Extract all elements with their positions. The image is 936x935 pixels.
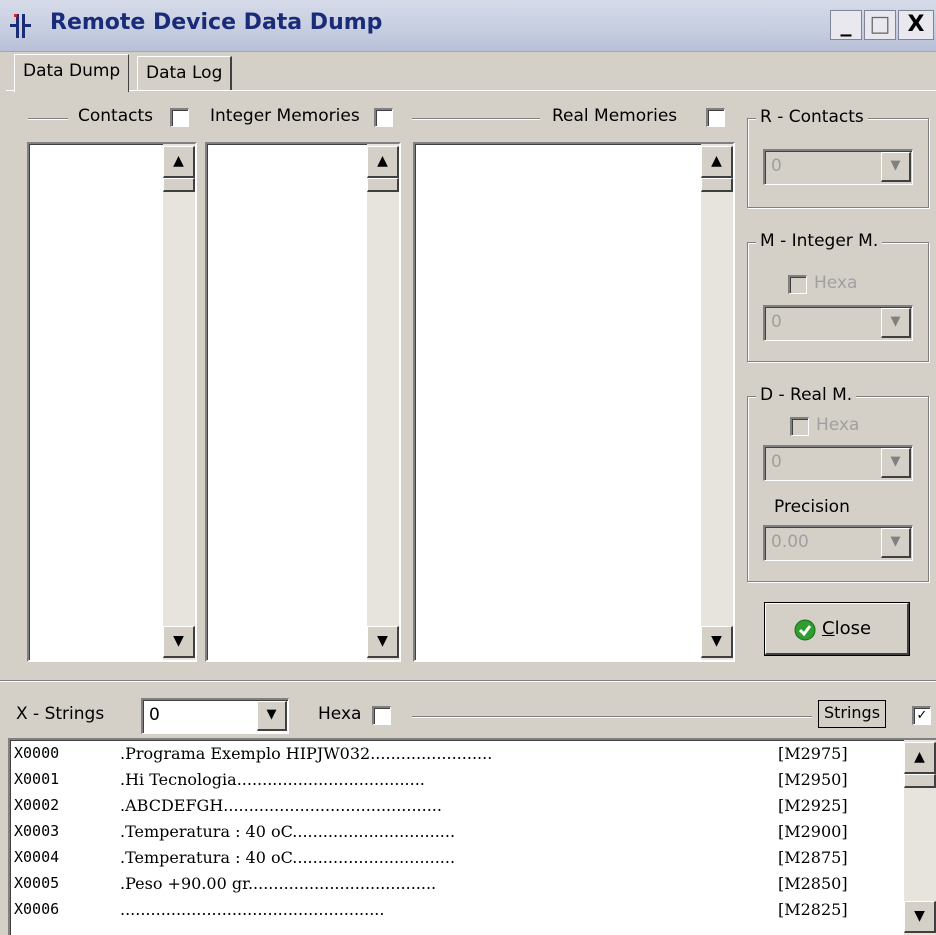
string-memory: [M2850] <box>778 874 848 893</box>
tab-strip: Data Dump Data Log <box>0 52 936 92</box>
d-real-group: D - Real M. Hexa 0 ▼ Precision 0.00 ▼ <box>747 385 929 582</box>
app-window: Remote Device Data Dump _ □ X Data Dump … <box>0 0 936 935</box>
contacts-checkbox[interactable] <box>170 108 189 127</box>
strings-button[interactable]: Strings <box>818 700 886 728</box>
scroll-down-icon[interactable]: ▼ <box>367 626 399 658</box>
m-integer-hexa-checkbox[interactable] <box>788 275 807 294</box>
string-memory: [M2875] <box>778 848 848 867</box>
close-button-rest: lose <box>834 618 872 639</box>
strings-checkbox[interactable]: ✓ <box>912 706 931 725</box>
scroll-up-icon[interactable]: ▲ <box>701 146 733 178</box>
string-memory: [M2925] <box>778 796 848 815</box>
m-integer-combo[interactable]: 0 ▼ <box>763 305 913 341</box>
string-text: .ABCDEFGH...............................… <box>120 796 442 815</box>
contacts-label: Contacts <box>78 106 153 126</box>
chevron-down-icon[interactable]: ▼ <box>881 152 911 182</box>
minimize-button[interactable]: _ <box>830 10 862 40</box>
m-integer-group: M - Integer M. Hexa 0 ▼ <box>747 231 929 362</box>
maximize-button[interactable]: □ <box>864 10 896 40</box>
contacts-scrollbar[interactable]: ▲ ▼ <box>163 144 195 660</box>
close-button-mnemonic: C <box>822 618 835 639</box>
integer-memories-list[interactable]: ▲ ▼ <box>205 142 401 662</box>
close-window-button[interactable]: X <box>898 10 934 40</box>
window-title: Remote Device Data Dump <box>50 10 383 35</box>
r-contacts-combo[interactable]: 0 ▼ <box>763 149 913 185</box>
strings-hexa-label: Hexa <box>318 704 362 724</box>
r-contacts-title: R - Contacts <box>756 107 868 127</box>
strings-scrollbar[interactable]: ▲ ▼ <box>904 740 936 935</box>
real-memories-label: Real Memories <box>552 106 678 126</box>
title-bar[interactable]: Remote Device Data Dump _ □ X <box>0 0 936 52</box>
scroll-down-icon[interactable]: ▼ <box>701 626 733 658</box>
d-real-hexa-checkbox[interactable] <box>790 417 809 436</box>
m-integer-title: M - Integer M. <box>756 231 883 251</box>
precision-value: 0.00 <box>771 532 809 552</box>
scroll-down-icon[interactable]: ▼ <box>163 626 195 658</box>
string-memory: [M2900] <box>778 822 848 841</box>
string-memory: [M2950] <box>778 770 848 789</box>
divider <box>0 680 936 682</box>
x-strings-value: 0 <box>149 705 160 725</box>
string-memory: [M2975] <box>778 744 848 763</box>
chevron-down-icon[interactable]: ▼ <box>881 448 911 478</box>
close-button-label: Close <box>822 618 871 639</box>
app-icon <box>10 14 31 38</box>
string-address: X0004 <box>14 848 60 866</box>
precision-combo[interactable]: 0.00 ▼ <box>763 525 913 561</box>
tab-data-dump[interactable]: Data Dump <box>14 54 130 92</box>
d-real-hexa-label: Hexa <box>816 415 860 435</box>
integer-memories-scrollbar[interactable]: ▲ ▼ <box>367 144 399 660</box>
chevron-down-icon[interactable]: ▼ <box>257 701 287 731</box>
x-strings-label: X - Strings <box>16 704 105 724</box>
scroll-down-icon[interactable]: ▼ <box>904 901 936 933</box>
scroll-thumb[interactable] <box>367 178 399 192</box>
string-address: X0001 <box>14 770 60 788</box>
string-text: .Peso +90.00 gr.........................… <box>120 874 437 893</box>
r-contacts-group: R - Contacts 0 ▼ <box>747 107 929 208</box>
string-text: .Hi Tecnologia..........................… <box>120 770 425 789</box>
d-real-combo[interactable]: 0 ▼ <box>763 445 913 481</box>
string-memory: [M2825] <box>778 900 848 919</box>
string-address: X0000 <box>14 744 60 762</box>
string-text: .Temperatura : 40 oC....................… <box>120 848 456 867</box>
real-memories-list[interactable]: ▲ ▼ <box>413 142 735 662</box>
string-text: .Temperatura : 40 oC....................… <box>120 822 456 841</box>
d-real-title: D - Real M. <box>756 385 857 405</box>
strings-hexa-checkbox[interactable] <box>372 706 391 725</box>
real-memories-checkbox[interactable] <box>706 108 725 127</box>
m-integer-hexa-label: Hexa <box>814 273 858 293</box>
scroll-up-icon[interactable]: ▲ <box>163 146 195 178</box>
string-address: X0006 <box>14 900 60 918</box>
precision-label: Precision <box>774 497 850 517</box>
green-check-icon <box>794 619 816 641</box>
close-button[interactable]: Close <box>765 603 909 655</box>
scroll-thumb[interactable] <box>904 774 936 788</box>
m-integer-value: 0 <box>771 312 782 332</box>
string-text: .Programa Exemplo HIPJW032..............… <box>120 744 493 763</box>
strings-list[interactable]: X0000 .Programa Exemplo HIPJW032.........… <box>8 738 936 935</box>
string-address: X0003 <box>14 822 60 840</box>
d-real-value: 0 <box>771 452 782 472</box>
x-strings-combo[interactable]: 0 ▼ <box>141 698 289 734</box>
scroll-up-icon[interactable]: ▲ <box>367 146 399 178</box>
chevron-down-icon[interactable]: ▼ <box>881 528 911 558</box>
contacts-list[interactable]: ▲ ▼ <box>27 142 197 662</box>
real-memories-scrollbar[interactable]: ▲ ▼ <box>701 144 733 660</box>
string-address: X0005 <box>14 874 60 892</box>
chevron-down-icon[interactable]: ▼ <box>881 308 911 338</box>
r-contacts-value: 0 <box>771 156 782 176</box>
divider <box>412 118 540 120</box>
integer-memories-label: Integer Memories <box>210 106 360 126</box>
scroll-up-icon[interactable]: ▲ <box>904 742 936 774</box>
divider <box>412 716 812 718</box>
scroll-thumb[interactable] <box>701 178 733 192</box>
divider <box>28 118 68 120</box>
scroll-thumb[interactable] <box>163 178 195 192</box>
string-address: X0002 <box>14 796 60 814</box>
integer-memories-checkbox[interactable] <box>374 108 393 127</box>
tab-data-log[interactable]: Data Log <box>137 56 233 90</box>
string-text: ........................................… <box>120 900 385 919</box>
